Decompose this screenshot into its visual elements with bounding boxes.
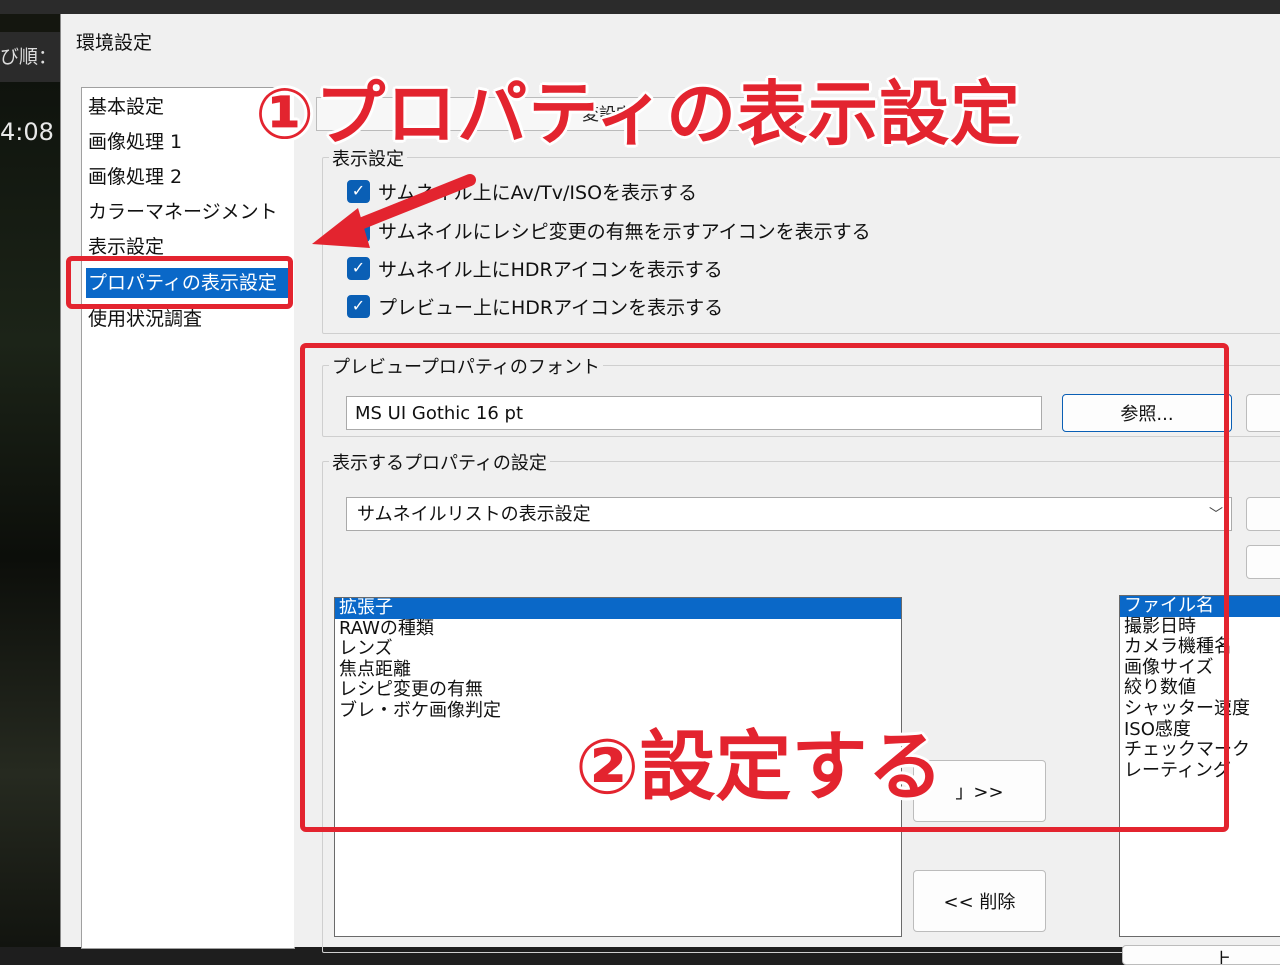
checkbox-label: プレビュー上にHDRアイコンを表示する	[378, 296, 724, 319]
dialog-title: 環境設定	[76, 32, 153, 54]
font-extra-button[interactable]	[1246, 394, 1280, 432]
side-button-2[interactable]	[1246, 545, 1280, 579]
settings-category-list[interactable]: 基本設定 画像処理 1 画像処理 2 カラーマネージメント 表示設定 プロパティ…	[81, 87, 295, 949]
background-photo	[0, 82, 60, 947]
annotation-step-2: ②設定する	[575, 722, 944, 811]
checkbox-show-hdr-preview[interactable]: ✓ プレビュー上にHDRアイコンを表示する	[347, 291, 723, 321]
window-top-strip	[0, 0, 1280, 14]
nav-item-image-processing-2[interactable]: 画像処理 2	[86, 162, 288, 192]
background-time-text: 4:08	[0, 118, 54, 146]
background-app: び順： 4:08	[0, 14, 60, 947]
annotation-arrow-icon	[312, 174, 476, 248]
move-up-button[interactable]: 上	[1122, 945, 1280, 965]
sort-order-label: び順：	[0, 32, 60, 82]
annotation-step-1: ①プロパティの表示設定	[255, 73, 1022, 155]
highlight-box-nav	[66, 256, 293, 309]
remove-property-button[interactable]: << 削除	[913, 870, 1046, 932]
nav-item-color-management[interactable]: カラーマネージメント	[86, 197, 288, 227]
side-button-1[interactable]	[1246, 497, 1280, 531]
checkmark-icon: ✓	[347, 294, 370, 318]
